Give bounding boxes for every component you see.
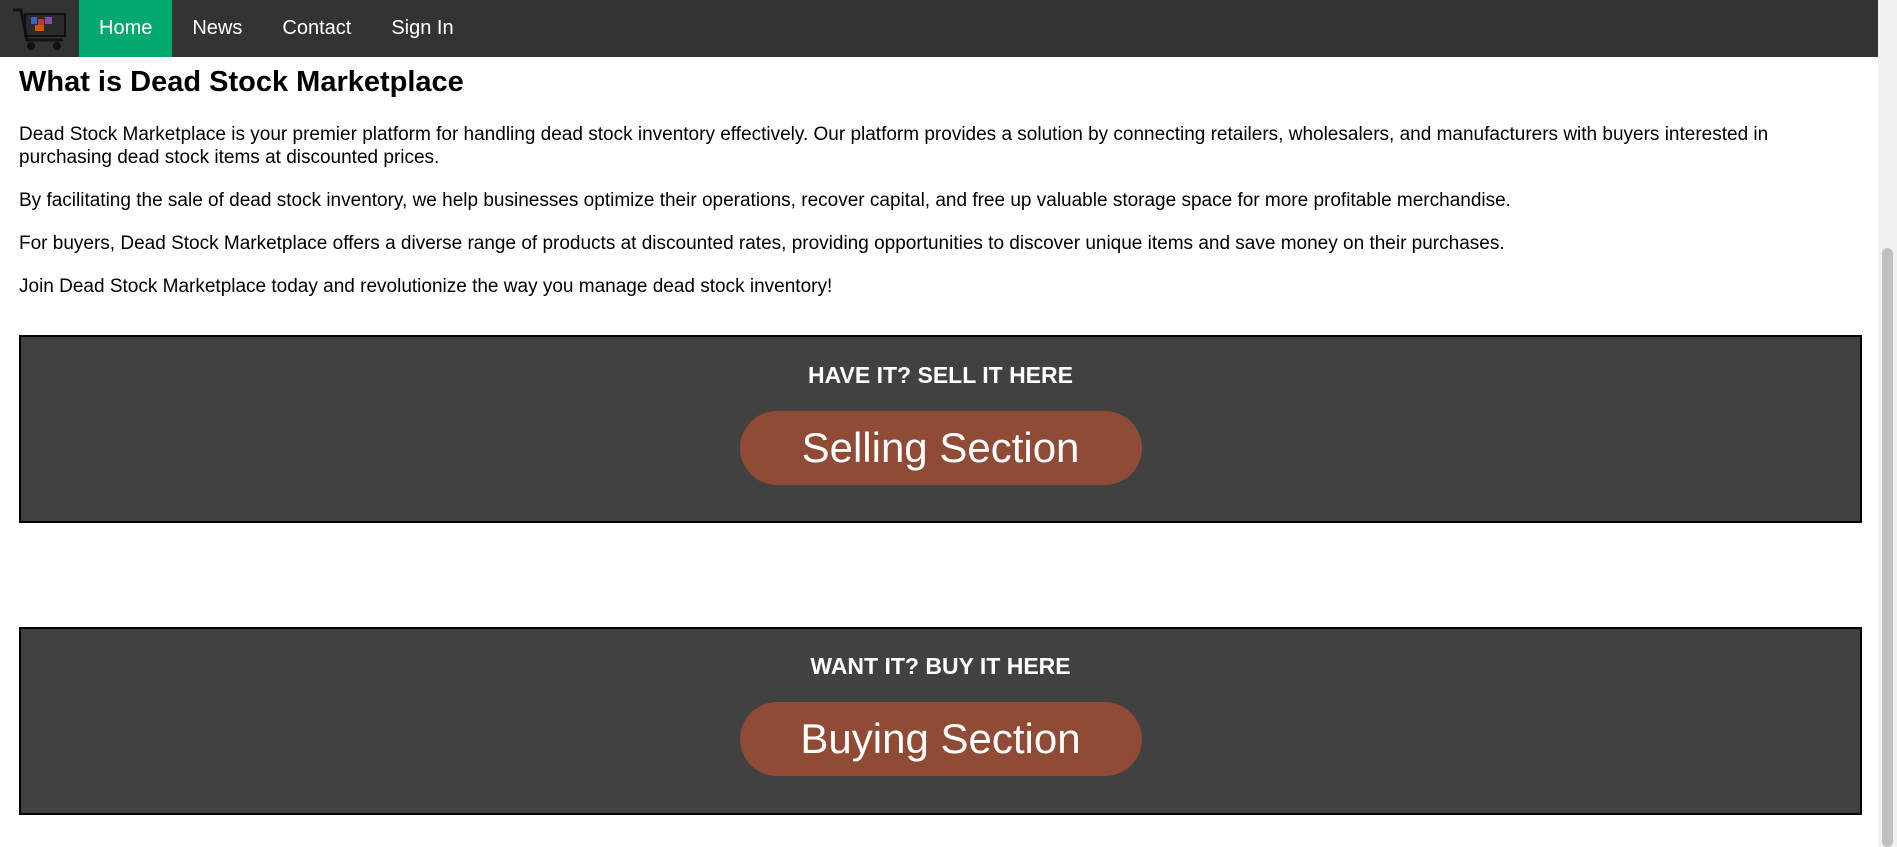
buyers-paragraph: For buyers, Dead Stock Marketplace offer… bbox=[19, 233, 1505, 254]
buy-panel-title: WANT IT? BUY IT HERE bbox=[810, 653, 1071, 679]
nav-home[interactable]: Home bbox=[79, 0, 173, 57]
benefits-paragraph: By facilitating the sale of dead stock i… bbox=[19, 190, 1511, 211]
selling-section-button[interactable]: Selling Section bbox=[739, 411, 1142, 485]
intro-paragraph: Dead Stock Marketplace is your premier p… bbox=[19, 124, 1769, 168]
nav-contact[interactable]: Contact bbox=[262, 0, 371, 57]
sell-panel-title: HAVE IT? SELL IT HERE bbox=[808, 362, 1073, 388]
scrollbar-thumb[interactable] bbox=[1882, 248, 1893, 847]
main-content: What is Dead Stock Marketplace Dead Stoc… bbox=[19, 57, 1865, 318]
buy-panel: WANT IT? BUY IT HERE Buying Section bbox=[19, 627, 1862, 815]
sell-panel: HAVE IT? SELL IT HERE Selling Section bbox=[19, 335, 1862, 523]
join-paragraph: Join Dead Stock Marketplace today and re… bbox=[19, 276, 833, 297]
nav-sign-in[interactable]: Sign In bbox=[371, 0, 473, 57]
vertical-scrollbar[interactable] bbox=[1878, 0, 1897, 847]
page-title: What is Dead Stock Marketplace bbox=[19, 66, 464, 98]
nav-news[interactable]: News bbox=[172, 0, 262, 57]
buying-section-button[interactable]: Buying Section bbox=[739, 702, 1142, 776]
top-navbar: Home News Contact Sign In bbox=[0, 0, 1878, 57]
shopping-cart-icon[interactable] bbox=[0, 0, 79, 57]
